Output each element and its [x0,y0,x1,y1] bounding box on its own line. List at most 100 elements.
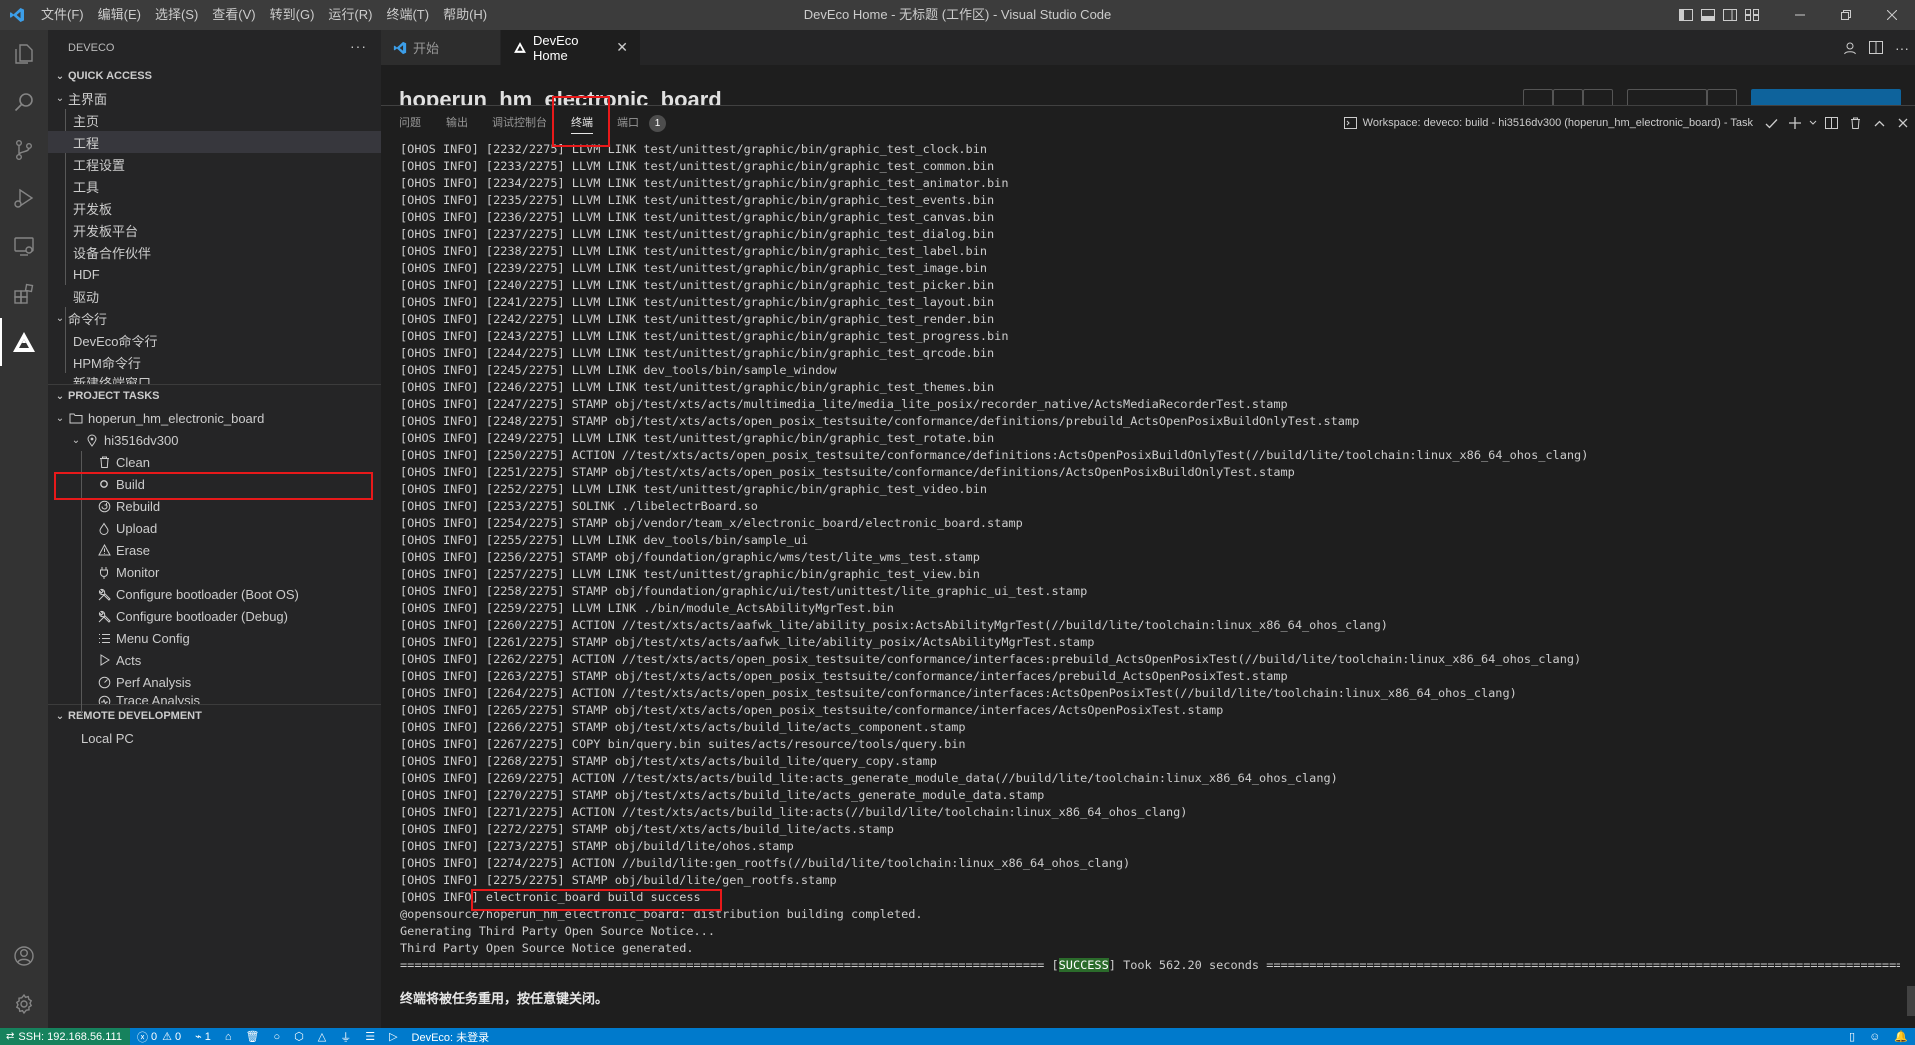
plug-icon[interactable]: ⏚ [333,1028,358,1045]
quick-item-project[interactable]: 工程 [48,131,381,153]
quick-access-section[interactable]: ⌄ QUICK ACCESS [48,65,381,87]
task-perf-analysis[interactable]: Perf Analysis [48,671,381,693]
task-configure-bootloader-boot-os[interactable]: Configure bootloader (Boot OS) [48,583,381,605]
upload-icon[interactable]: ⬡ [287,1028,311,1045]
error-count: 0 [150,1030,158,1043]
search-icon[interactable] [0,78,48,126]
more-actions-icon[interactable]: ··· [350,38,367,54]
quick-item-tools[interactable]: 工具 [48,175,381,197]
ports-indicator[interactable]: ⌁ 1 [188,1028,218,1045]
task-menu-config[interactable]: Menu Config [48,627,381,649]
quick-item-board-platform[interactable]: 开发板平台 [48,219,381,241]
menu-selection[interactable]: 选择(S) [148,0,205,30]
minimize-icon[interactable] [1777,0,1823,30]
feedback-icon[interactable]: ☺ [1862,1028,1887,1045]
plug-icon [96,564,112,580]
task-terminal-label[interactable]: Workspace: deveco: build - hi3516dv300 (… [1363,117,1753,129]
cli-item-hpm[interactable]: HPM命令行 [48,351,381,373]
cli-item-deveco[interactable]: DevEco命令行 [48,329,381,351]
split-editor-icon[interactable] [1863,30,1889,65]
tab-problems[interactable]: 问题 [399,106,421,140]
circle-icon[interactable]: ○ [266,1028,287,1045]
task-erase[interactable]: Erase [48,539,381,561]
maximize-panel-chevron-up-icon[interactable] [1867,106,1891,140]
toggle-sidebar-icon[interactable] [1675,0,1697,30]
board-node[interactable]: ⌄ hi3516dv300 [48,429,381,451]
run-debug-icon[interactable] [0,174,48,222]
task-configure-bootloader-debug[interactable]: Configure bootloader (Debug) [48,605,381,627]
tab-deveco-home[interactable]: DevEco Home ✕ [501,30,641,65]
menu-view[interactable]: 查看(V) [205,0,262,30]
task-trace-analysis[interactable]: Trace Analysis [48,693,381,704]
layout-icon[interactable]: ▯ [1842,1028,1862,1045]
extensions-icon[interactable] [0,270,48,318]
toggle-secondary-sidebar-icon[interactable] [1719,0,1741,30]
menu-go[interactable]: 转到(G) [263,0,322,30]
erase-icon[interactable]: △ [311,1028,333,1045]
remote-development-section[interactable]: ⌄ REMOTE DEVELOPMENT [48,705,381,727]
customize-layout-icon[interactable] [1741,0,1763,30]
editor-toolbar-button[interactable] [1523,89,1553,105]
menu-file[interactable]: 文件(F) [34,0,91,30]
editor-toolbar-button[interactable] [1583,89,1613,105]
menu-help[interactable]: 帮助(H) [436,0,494,30]
group-cli[interactable]: ⌄ 命令行 [48,307,381,329]
quick-item-boards[interactable]: 开发板 [48,197,381,219]
close-panel-icon[interactable] [1891,106,1915,140]
source-control-icon[interactable] [0,126,48,174]
project-tasks-section[interactable]: ⌄ PROJECT TASKS [48,385,381,407]
terminal-icon[interactable]: ▷ [382,1028,404,1045]
task-acts[interactable]: Acts [48,649,381,671]
home-icon[interactable]: ⌂ [218,1028,239,1045]
task-build[interactable]: Build [48,473,381,495]
quick-item-drivers[interactable]: 驱动 [48,285,381,307]
list-icon[interactable]: ☰ [358,1028,382,1045]
quick-item-project-settings[interactable]: 工程设置 [48,153,381,175]
close-tab-icon[interactable]: ✕ [616,39,628,56]
editor-toolbar-button[interactable] [1707,89,1737,105]
deveco-login-status[interactable]: DevEco: 未登录 [405,1028,497,1045]
terminal-output[interactable]: [OHOS INFO] [2232/2275] LLVM LINK test/u… [400,141,1900,1021]
account-small-icon[interactable] [1837,30,1863,65]
project-node[interactable]: ⌄ hoperun_hm_electronic_board [48,407,381,429]
toggle-panel-icon[interactable] [1697,0,1719,30]
problems-indicator[interactable]: ⓧ 0 ⚠ 0 [130,1028,188,1045]
new-terminal-plus-icon[interactable] [1783,106,1807,140]
editor-toolbar-button[interactable] [1553,89,1583,105]
quick-item-device-partners[interactable]: 设备合作伙伴 [48,241,381,263]
quick-item-home[interactable]: 主页 [48,109,381,131]
tab-ports[interactable]: 端口 [617,106,639,140]
menu-edit[interactable]: 编辑(E) [91,0,148,30]
task-rebuild[interactable]: Rebuild [48,495,381,517]
menu-run[interactable]: 运行(R) [321,0,379,30]
deveco-icon[interactable] [0,318,48,366]
tab-terminal[interactable]: 终端 [571,106,593,140]
group-main[interactable]: ⌄ 主界面 [48,87,381,109]
task-upload[interactable]: Upload [48,517,381,539]
editor-toolbar-button[interactable] [1627,89,1707,105]
manage-gear-icon[interactable] [0,980,48,1028]
remote-indicator[interactable]: ⇄ SSH: 192.168.56.111 [0,1028,130,1045]
terminal-scrollbar[interactable] [1907,986,1915,1016]
remote-item-local-pc[interactable]: Local PC [48,727,381,749]
quick-item-hdf[interactable]: HDF [48,263,381,285]
tab-start[interactable]: 开始 [381,30,501,65]
split-terminal-icon[interactable] [1819,106,1843,140]
task-clean[interactable]: Clean [48,451,381,473]
notifications-bell-icon[interactable]: 🔔 [1887,1028,1915,1045]
close-window-icon[interactable] [1869,0,1915,30]
editor-primary-button[interactable] [1751,89,1901,105]
explorer-icon[interactable] [0,30,48,78]
cli-item-new-terminal[interactable]: 新建终端窗口 [48,373,381,384]
remote-explorer-icon[interactable] [0,222,48,270]
restore-icon[interactable] [1823,0,1869,30]
account-icon[interactable] [0,932,48,980]
more-actions-icon[interactable]: ··· [1889,30,1915,65]
menu-terminal[interactable]: 终端(T) [379,0,436,30]
tab-output[interactable]: 输出 [446,106,468,140]
task-monitor[interactable]: Monitor [48,561,381,583]
trash-icon[interactable]: 🗑 [238,1028,266,1045]
tab-debug-console[interactable]: 调试控制台 [492,106,547,140]
kill-terminal-trash-icon[interactable] [1843,106,1867,140]
chevron-down-icon[interactable] [1807,106,1819,140]
